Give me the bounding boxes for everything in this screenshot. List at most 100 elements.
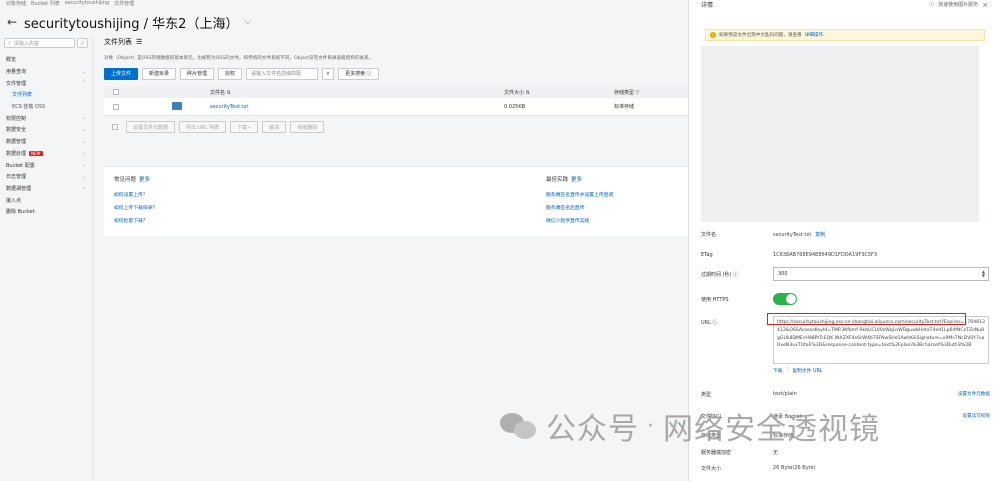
drawer-actions: ⓘ 快速使用图片服务 ×: [929, 1, 988, 9]
back-arrow-icon[interactable]: ←: [6, 15, 18, 29]
faq-more-link[interactable]: 更多: [139, 177, 150, 183]
filter-icon: ▽: [635, 89, 640, 96]
breadcrumb-item[interactable]: 对象存储: [6, 0, 26, 8]
section-title: 文件列表: [104, 38, 132, 46]
sidebar-item[interactable]: 日志管理 ⌄: [0, 171, 92, 183]
unfreeze-button[interactable]: 解冻: [262, 121, 287, 133]
sidebar-item[interactable]: 删除 Bucket: [0, 206, 92, 218]
sidebar-item[interactable]: 权限控制 ⌄: [0, 112, 92, 124]
toggle-knob: [786, 294, 796, 304]
sidebar-item[interactable]: 数据管理 ⌄: [0, 136, 92, 148]
copy-filename-link[interactable]: 复制: [815, 232, 825, 238]
sidebar-item-label: 数据安全: [6, 127, 27, 134]
watermark-separator: ·: [647, 413, 655, 439]
practice-more-link[interactable]: 更多: [571, 177, 582, 183]
help-icon: ⓘ: [929, 2, 935, 8]
star-icon[interactable]: ☆: [77, 38, 88, 48]
sidebar-item[interactable]: 接入点: [0, 194, 92, 206]
column-header-storage[interactable]: 存储类型 ▽: [614, 89, 639, 96]
column-header-name[interactable]: 文件名 ⇅: [210, 89, 231, 96]
download-button[interactable]: 下载 ⌄: [230, 121, 259, 133]
breadcrumb-item[interactable]: securitytoushijing: [65, 0, 109, 8]
search-icon: ⌕: [8, 40, 11, 46]
close-icon[interactable]: ×: [982, 1, 988, 9]
expire-label: 过期时间 (秒) ⓘ: [701, 272, 739, 278]
list-icon[interactable]: ☰: [136, 38, 142, 46]
faq-link[interactable]: 如何上传下载目录?: [114, 204, 314, 211]
sidebar-item-label-group: 数据处理 NEW: [6, 150, 43, 157]
sidebar-item-label: 数据湖管理: [6, 185, 32, 192]
column-storage-label: 存储类型: [614, 89, 635, 96]
expire-input[interactable]: 300 ▲ ▼: [773, 267, 989, 281]
breadcrumb-item[interactable]: Bucket 列表: [31, 0, 60, 8]
etag-value: 1C638AB768E94E8649D1FDDA19F3C5F3: [773, 252, 878, 258]
chevron-down-icon[interactable]: ⌵: [244, 17, 251, 27]
column-size-label: 文件大小: [504, 89, 525, 96]
select-all-checkbox[interactable]: [113, 89, 119, 95]
https-toggle[interactable]: [773, 293, 797, 305]
breadcrumb-item: 文件管理: [114, 1, 135, 7]
fragment-management-button[interactable]: 碎片管理: [180, 67, 215, 80]
column-header-size[interactable]: 文件大小 ⇅: [504, 89, 530, 96]
set-acl-link[interactable]: 设置读写权限: [962, 413, 990, 419]
chevron-icon: ⌄: [81, 162, 86, 169]
https-label: 使用 HTTPS: [701, 297, 729, 303]
warning-icon: !: [710, 32, 716, 38]
watermark-brand: 公众号: [546, 412, 639, 447]
encryption-label: 服务器端加密: [701, 450, 732, 456]
chevron-icon: ⌄: [81, 115, 86, 122]
sidebar-item[interactable]: 文件列表: [0, 89, 92, 101]
faq-link[interactable]: 如何设置上传？: [114, 191, 314, 198]
stepper-icon[interactable]: ▲ ▼: [982, 270, 988, 278]
filename-label: 文件名: [701, 232, 717, 238]
sidebar-item-label: 数据管理: [6, 139, 27, 146]
download-link[interactable]: 下载: [773, 367, 783, 374]
file-size: 0.025KB: [504, 103, 526, 110]
delete-button[interactable]: 彻底删除: [290, 121, 325, 133]
file-search-input[interactable]: 请输入文件名前缀匹配: [246, 67, 319, 80]
faq-link[interactable]: 如何批量下载?: [114, 217, 314, 224]
bulk-checkbox[interactable]: [112, 124, 118, 130]
notice-link[interactable]: 详细操作: [805, 32, 823, 38]
sidebar-item-label: ECS 挂载 OSS: [12, 104, 46, 111]
sidebar-item[interactable]: 文件管理 ⌃: [0, 77, 92, 89]
sidebar-item[interactable]: Bucket 配置 ⌄: [0, 159, 92, 171]
more-search-button[interactable]: 更多搜索 ⓘ: [338, 67, 379, 80]
new-directory-button[interactable]: 新建目录: [142, 67, 177, 80]
row-checkbox[interactable]: [113, 103, 119, 110]
copy-url-link[interactable]: 复制文件 URL: [792, 367, 822, 374]
sidebar-search-input[interactable]: ⌕ 请输入内容: [4, 38, 75, 48]
bulk-actions: 设置文件元数据 导出 URL 列表 下载 ⌄ 解冻 彻底删除: [104, 120, 688, 134]
chevron-down-icon: ⌄: [247, 124, 252, 130]
practice-title: 最佳实践: [546, 177, 569, 183]
sidebar-item[interactable]: 概览: [0, 54, 92, 66]
file-name-link[interactable]: securityTest.txt: [210, 104, 248, 110]
filename-text: securityTest.txt: [773, 232, 812, 238]
url-actions: 下载 | 复制文件 URL: [773, 367, 822, 374]
faq-header: 常见问题 更多: [114, 175, 314, 183]
sidebar-item[interactable]: 数据安全 ⌄: [0, 124, 92, 136]
chevron-icon: ⌄: [81, 150, 86, 157]
sidebar-item[interactable]: 数据处理 NEW ⌄: [0, 148, 92, 160]
sidebar-item[interactable]: 用量查询 ⌄: [0, 66, 92, 78]
separator: |: [786, 367, 789, 372]
page-title: securitytoushijing / 华东2（上海）: [24, 16, 239, 32]
upload-button[interactable]: 上传文件: [104, 67, 139, 80]
download-label: 下载: [237, 124, 248, 131]
export-url-button[interactable]: 导出 URL 列表: [179, 121, 227, 133]
drawer-title: 详情: [701, 2, 714, 9]
image-service-link[interactable]: 快速使用图片服务: [938, 1, 978, 8]
chevron-icon: ⌄: [81, 185, 86, 192]
sidebar-item[interactable]: ECS 挂载 OSS: [0, 101, 92, 113]
search-icon[interactable]: ⌕: [322, 67, 335, 80]
table-row[interactable]: securityTest.txt 0.025KB 标准存储: [104, 98, 688, 116]
authorize-button[interactable]: 授权: [218, 67, 243, 80]
breadcrumb: 对象存储 Bucket 列表 securitytoushijing 文件管理: [6, 0, 134, 8]
size-value: 26 Byte(26 Byte): [773, 465, 816, 471]
set-metadata-link[interactable]: 设置文件元数据: [958, 391, 990, 397]
help-icon: ⓘ: [366, 71, 372, 77]
sidebar: ⌕ 请输入内容 ☆ 概览 用量查询 ⌄ 文件管理 ⌃ 文件列表 ECS 挂载 OSS 权限控制…: [0, 36, 92, 481]
set-metadata-button[interactable]: 设置文件元数据: [126, 121, 176, 133]
sidebar-item[interactable]: 数据湖管理 ⌄: [0, 183, 92, 195]
sidebar-item-label: 文件管理: [6, 80, 27, 87]
